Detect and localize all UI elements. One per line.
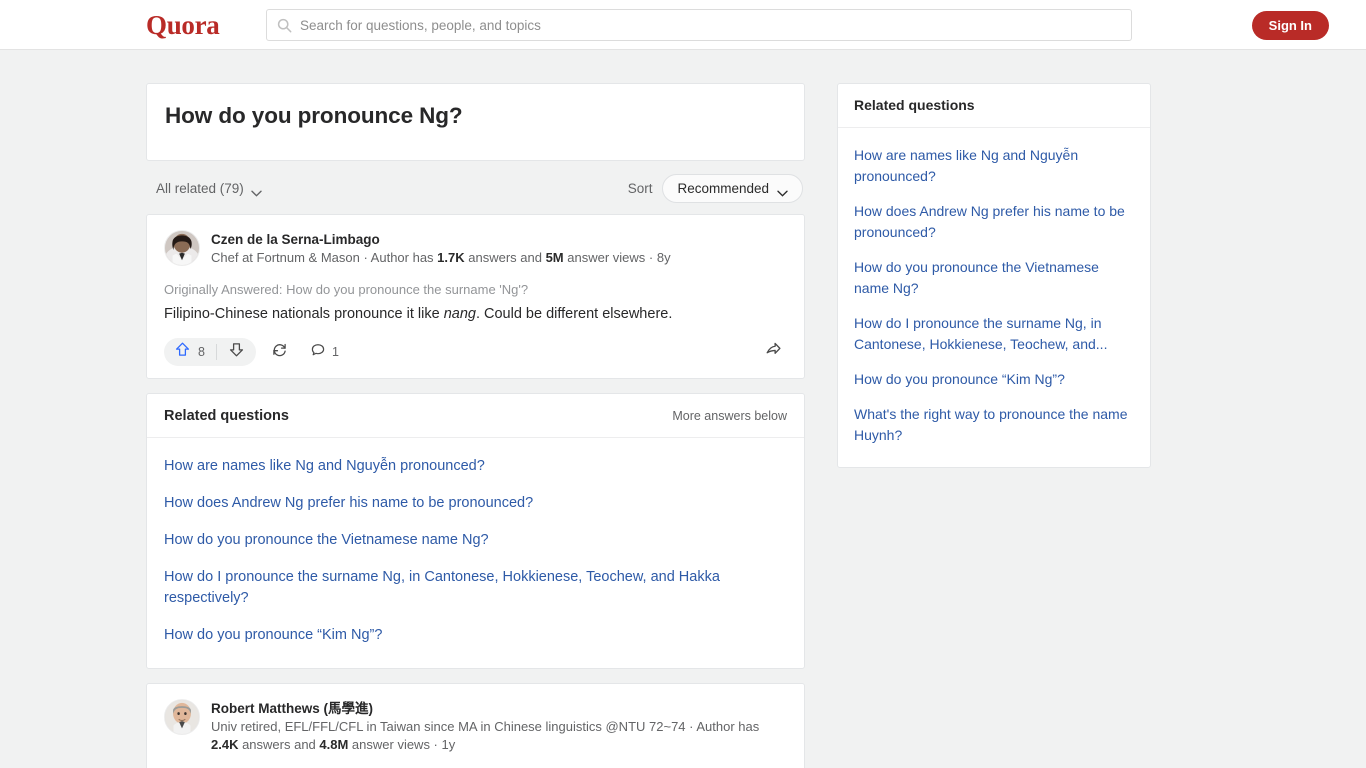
sidebar-list: How are names like Ng and Nguyễn pronoun… [838,128,1150,467]
share-button[interactable] [760,340,787,364]
page-title: How do you pronounce Ng? [165,103,463,128]
question-card: How do you pronounce Ng? [146,83,805,161]
share-icon [764,340,783,364]
list-item[interactable]: How do I pronounce the surname Ng, in Ca… [164,559,787,617]
upvote-button[interactable]: 8 [164,338,216,366]
answer-card: Robert Matthews (馬學進) Univ retired, EFL/… [146,683,805,768]
avatar[interactable] [164,230,200,266]
avatar[interactable] [164,699,200,735]
sidebar-title: Related questions [854,97,975,113]
answers-count: 1.7K [437,250,465,265]
author-meta: Robert Matthews (馬學進) Univ retired, EFL/… [211,699,787,754]
sort-value: Recommended [677,181,769,196]
answer-card: Czen de la Serna-Limbago Chef at Fortnum… [146,214,805,379]
views-count: 5M [545,250,564,265]
credential-mid: answers and [238,737,320,752]
credential-suffix: answer views · [348,737,442,752]
sidebar-item-3[interactable]: How do I pronounce the surname Ng, in Ca… [854,306,1134,362]
author-name-latin: Robert Matthews [211,701,320,716]
all-related-label: All related (79) [156,181,244,196]
answer-text-italic: nang [443,306,476,322]
all-related-dropdown[interactable]: All related (79) [156,181,262,197]
author-name[interactable]: Czen de la Serna-Limbago [211,231,787,248]
author-credentials: Univ retired, EFL/FFL/CFL in Taiwan sinc… [211,718,787,754]
sidebar-item-5[interactable]: What's the right way to pronounce the na… [854,397,1134,453]
filter-row: All related (79) Sort Recommended [146,161,805,214]
site-header: Quora Sign In [0,0,1366,50]
list-item[interactable]: How does Andrew Ng prefer his name to be… [164,485,787,522]
answers-count: 2.4K [211,737,239,752]
author-meta: Czen de la Serna-Limbago Chef at Fortnum… [211,230,787,267]
sidebar-header: Related questions [838,84,1150,128]
answer-time: 8y [656,250,671,265]
repost-button[interactable] [264,338,295,366]
comment-count: 1 [331,345,339,359]
answer-time: 1y [441,737,456,752]
originally-answered: Originally Answered: How do you pronounc… [164,282,529,297]
list-item[interactable]: How do you pronounce “Kim Ng”? [164,617,787,654]
sidebar-item-2[interactable]: How do you pronounce the Vietnamese name… [854,250,1134,306]
avatar-photo-2 [165,700,199,734]
list-item[interactable]: How do you pronounce the Vietnamese name… [164,522,787,559]
sort-group: Sort Recommended [628,174,803,203]
credential-prefix: Univ retired, EFL/FFL/CFL in Taiwan sinc… [211,719,760,734]
sort-label: Sort [627,181,653,196]
downvote-icon [228,341,245,363]
related-questions-list: How are names like Ng and Nguyễn pronoun… [147,438,804,668]
related-questions-title: Related questions [164,408,289,424]
search-icon [277,18,292,33]
search-input[interactable] [300,17,1121,33]
quora-logo[interactable]: Quora [146,10,220,40]
answer-text-before: Filipino-Chinese nationals pronounce it … [164,306,444,322]
chevron-down-icon [251,185,262,197]
author-row: Robert Matthews (馬學進) Univ retired, EFL/… [164,699,787,754]
sidebar-related-questions-card: Related questions How are names like Ng … [837,83,1151,468]
author-name-han: (馬學進) [323,701,374,716]
page-body: How do you pronounce Ng? All related (79… [0,50,1366,768]
credential-prefix: Chef at Fortnum & Mason · Author has [211,250,438,265]
answer-action-bar: 8 1 [164,338,787,372]
author-row: Czen de la Serna-Limbago Chef at Fortnum… [164,230,787,267]
author-name[interactable]: Robert Matthews (馬學進) [211,700,787,717]
related-questions-inline-card: Related questions More answers below How… [146,393,805,669]
sidebar-item-4[interactable]: How do you pronounce “Kim Ng”? [854,362,1134,397]
avatar-photo-1 [165,231,199,265]
answer-body: Filipino-Chinese nationals pronounce it … [164,304,787,325]
sign-in-button[interactable]: Sign In [1251,11,1329,40]
list-item[interactable]: How are names like Ng and Nguyễn pronoun… [164,448,787,485]
vote-pill: 8 [164,338,256,366]
repost-icon [271,341,288,363]
related-questions-header: Related questions More answers below [147,394,804,438]
credential-suffix: answer views · [563,250,657,265]
sort-dropdown[interactable]: Recommended [662,174,803,203]
upvote-count: 8 [198,345,205,359]
sidebar-item-1[interactable]: How does Andrew Ng prefer his name to be… [854,194,1134,250]
views-count: 4.8M [319,737,349,752]
author-credentials: Chef at Fortnum & Mason · Author has 1.7… [211,249,787,267]
sidebar: Related questions How are names like Ng … [837,83,1151,768]
search-bar[interactable] [266,9,1132,41]
comment-icon [310,342,326,363]
chevron-down-icon [777,185,788,197]
answer-text-after: . Could be different elsewhere. [475,306,673,322]
comment-button[interactable]: 1 [303,338,346,366]
actions-left: 8 1 [164,338,346,366]
downvote-button[interactable] [217,338,256,366]
upvote-icon [174,341,191,363]
main-column: How do you pronounce Ng? All related (79… [146,83,805,768]
credential-mid: answers and [464,250,546,265]
content-columns: How do you pronounce Ng? All related (79… [0,83,1366,768]
sidebar-item-0[interactable]: How are names like Ng and Nguyễn pronoun… [854,138,1134,194]
more-answers-below-label[interactable]: More answers below [672,409,787,423]
